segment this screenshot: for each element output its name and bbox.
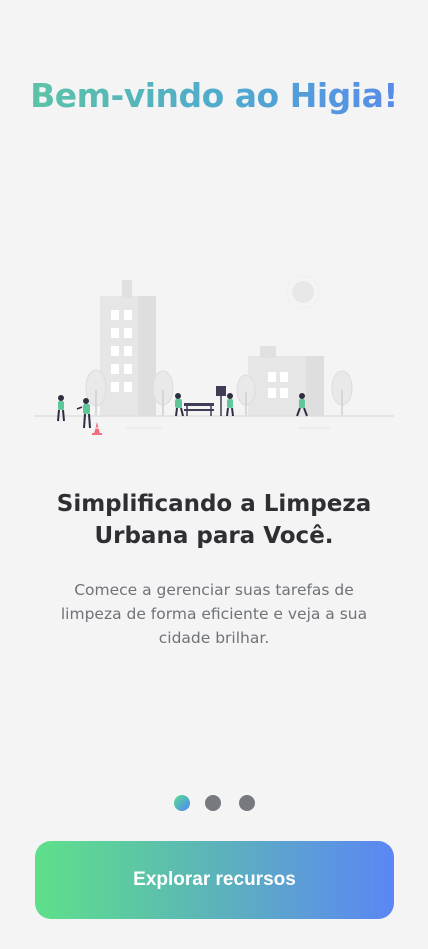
onboarding-description: Comece a gerenciar suas tarefas de limpe… bbox=[60, 581, 368, 647]
page-indicator bbox=[0, 795, 428, 811]
city-cleaning-illustration bbox=[30, 270, 398, 440]
onboarding-headline: Simplificando a Limpeza Urbana para Você… bbox=[56, 491, 372, 549]
explore-features-button[interactable]: Explorar recursos bbox=[35, 841, 394, 919]
page-dot-1[interactable] bbox=[174, 795, 190, 811]
page-dot-2[interactable] bbox=[205, 795, 221, 811]
page-dot-3[interactable] bbox=[239, 795, 255, 811]
welcome-title: Bem-vindo ao Higia! bbox=[0, 72, 428, 120]
